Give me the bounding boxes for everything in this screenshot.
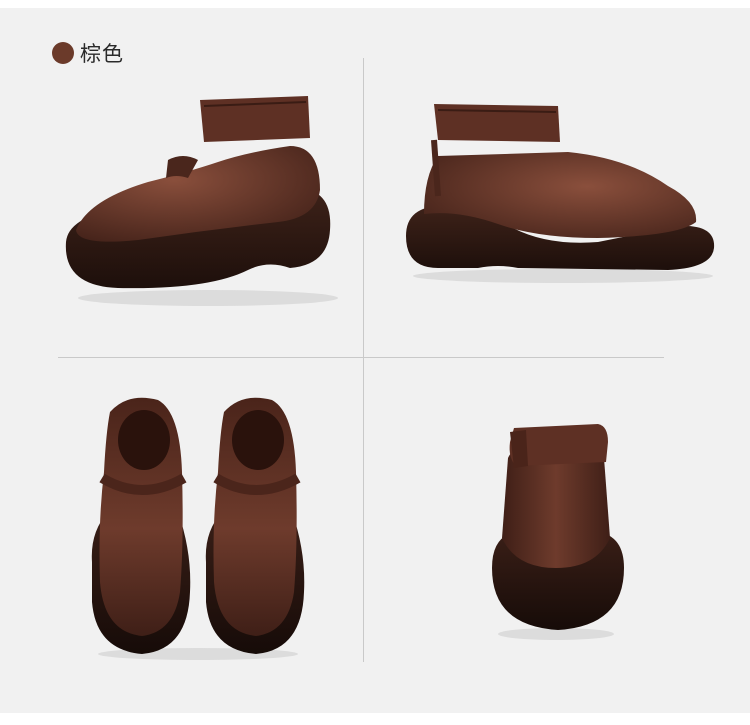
vertical-divider xyxy=(363,58,364,662)
color-name: 棕色 xyxy=(80,42,124,66)
shoe-side-view-left xyxy=(58,90,348,310)
top-band xyxy=(0,0,750,8)
bottom-band xyxy=(0,713,750,725)
horizontal-divider xyxy=(58,357,664,358)
shoe-side-view-right xyxy=(398,96,718,286)
color-option-label: 棕色 xyxy=(52,40,124,66)
shoe-back-view xyxy=(486,418,636,643)
color-swatch xyxy=(52,42,74,64)
shoe-pair-front-view xyxy=(88,392,308,662)
